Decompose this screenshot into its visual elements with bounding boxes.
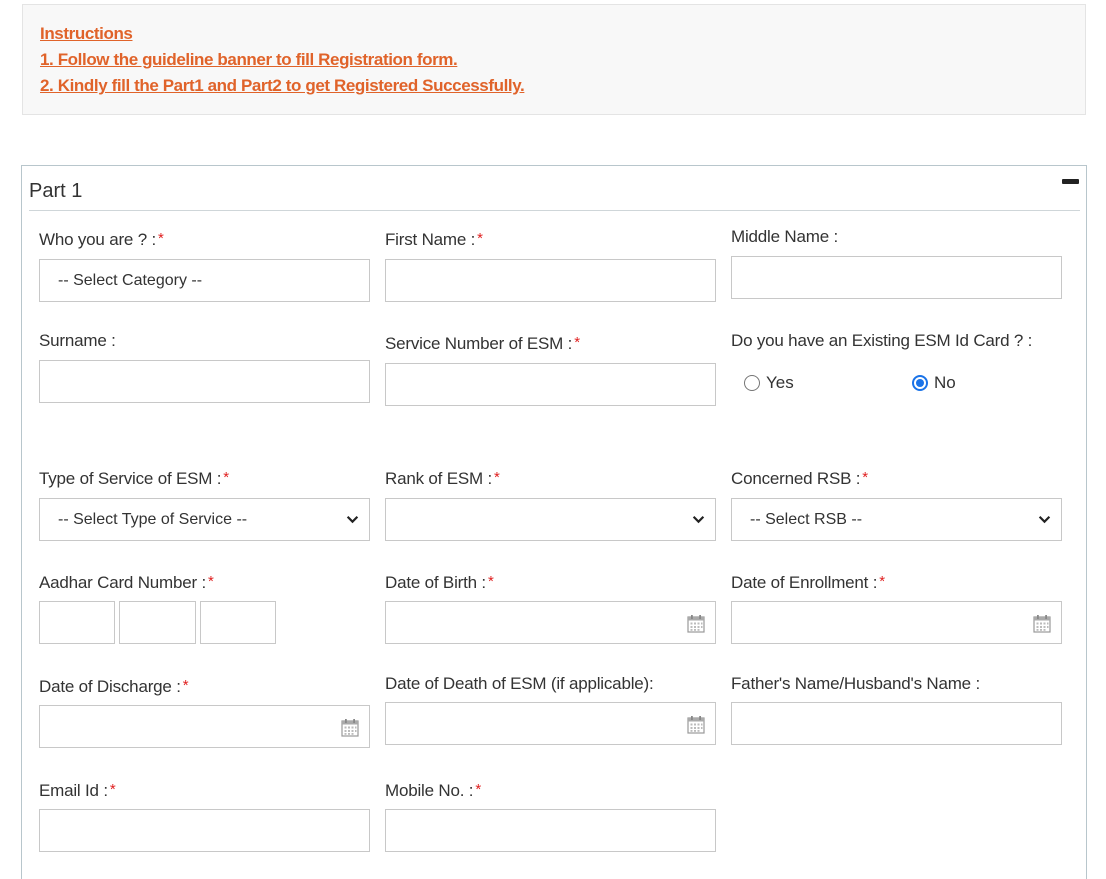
aadhar-input-part2[interactable] [119,601,196,644]
mobile-input[interactable] [385,809,716,852]
calendar-icon[interactable] [687,715,705,734]
calendar-icon[interactable] [687,614,705,633]
yes-radio-label: Yes [766,373,794,392]
service-number-input[interactable] [385,363,716,406]
rsb-select[interactable]: -- Select RSB -- [731,498,1062,541]
required-marker: * [487,573,494,590]
panel-header: Part 1 [29,166,1080,211]
service-type-label: Type of Service of ESM : * [39,469,229,489]
dob-label-text: Date of Birth : [385,573,486,592]
father-name-input[interactable] [731,702,1062,745]
service-number-label: Service Number of ESM : * [385,334,580,354]
required-marker: * [208,573,214,590]
discharge-label-text: Date of Discharge : [39,677,181,696]
required-marker: * [574,334,580,351]
enrollment-input[interactable] [731,601,1062,644]
no-radio-label: No [934,373,956,392]
middle-name-label: Middle Name : [731,227,838,246]
first-name-label: First Name : * [385,230,483,250]
dob-label: Date of Birth : * [385,573,494,593]
required-marker: * [182,677,189,694]
who-you-are-label: Who you are ? : * [39,230,164,250]
email-label-text: Email Id : [39,781,108,800]
death-input[interactable] [385,702,716,745]
instruction-line-1[interactable]: 1. Follow the guideline banner to fill R… [40,47,1085,73]
instructions-box: Instructions 1. Follow the guideline ban… [22,4,1086,115]
dob-input[interactable] [385,601,716,644]
required-marker: * [109,781,116,798]
rsb-label-text: Concerned RSB : [731,469,861,488]
chevron-down-icon [346,516,359,524]
enrollment-label-text: Date of Enrollment : [731,573,878,592]
existing-card-label: Do you have an Existing ESM Id Card ? : [731,331,1033,350]
calendar-icon[interactable] [341,718,359,737]
first-name-input[interactable] [385,259,716,302]
calendar-icon[interactable] [1033,614,1051,633]
mobile-label-text: Mobile No. : [385,781,474,800]
discharge-label: Date of Discharge : * [39,677,189,697]
discharge-input[interactable] [39,705,370,748]
aadhar-label: Aadhar Card Number : * [39,573,214,593]
no-radio[interactable] [912,375,928,391]
aadhar-input-part3[interactable] [200,601,276,644]
rank-label: Rank of ESM : * [385,469,500,489]
rank-select[interactable] [385,498,716,541]
aadhar-label-text: Aadhar Card Number : [39,573,207,592]
aadhar-input-part1[interactable] [39,601,115,644]
instruction-line-2[interactable]: 2. Kindly fill the Part1 and Part2 to ge… [40,73,1085,99]
enrollment-label: Date of Enrollment : * [731,573,885,593]
service-number-label-text: Service Number of ESM : [385,334,573,353]
required-marker: * [223,469,229,486]
required-marker: * [158,230,164,247]
service-type-select[interactable]: -- Select Type of Service -- [39,498,370,541]
death-label: Date of Death of ESM (if applicable): [385,674,654,693]
required-marker: * [862,469,868,486]
middle-name-input[interactable] [731,256,1062,299]
category-select-value: -- Select Category -- [58,272,203,289]
rsb-select-value: -- Select RSB -- [750,511,863,528]
category-select[interactable]: -- Select Category -- [39,259,370,302]
instructions-title[interactable]: Instructions [40,21,1085,47]
chevron-down-icon [692,516,705,524]
email-input[interactable] [39,809,370,852]
chevron-down-icon [1038,516,1051,524]
father-name-label: Father's Name/Husband's Name : [731,674,980,693]
required-marker: * [494,469,500,486]
email-label: Email Id : * [39,781,116,801]
required-marker: * [879,573,885,590]
yes-radio[interactable] [744,375,760,391]
who-you-are-label-text: Who you are ? : [39,230,157,249]
existing-card-yes-option[interactable]: Yes [744,373,794,393]
required-marker: * [477,230,483,247]
rsb-label: Concerned RSB : * [731,469,868,489]
required-marker: * [475,781,481,798]
rank-label-text: Rank of ESM : [385,469,492,488]
surname-input[interactable] [39,360,370,403]
service-type-select-value: -- Select Type of Service -- [58,511,248,528]
service-type-label-text: Type of Service of ESM : [39,469,222,488]
surname-label: Surname : [39,331,116,350]
mobile-label: Mobile No. : * [385,781,481,801]
existing-card-no-option[interactable]: No [912,373,956,393]
minus-icon[interactable] [1062,179,1079,184]
first-name-label-text: First Name : [385,230,476,249]
panel-title: Part 1 [29,180,83,202]
